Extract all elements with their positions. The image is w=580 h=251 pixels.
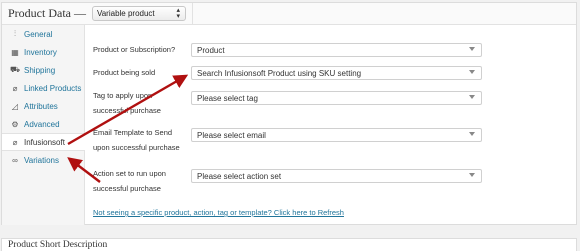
- product-type-value: Variable product: [96, 9, 155, 18]
- chevron-down-icon: [469, 132, 475, 136]
- chevron-down-icon: [469, 47, 475, 51]
- chevron-down-icon: [469, 70, 475, 74]
- tab-advanced[interactable]: ⚙ Advanced: [2, 115, 84, 133]
- tab-inventory[interactable]: ▦ Inventory: [2, 43, 84, 61]
- link-icon: ⌀: [12, 137, 18, 147]
- short-description-title: Product Short Description: [8, 240, 108, 250]
- panel-title: Product Data —: [8, 6, 86, 20]
- tab-label: Inventory: [24, 47, 57, 57]
- select-value: Please select email: [197, 130, 266, 140]
- product-data-panel: Product Data — Variable product ▴ ▾ ⫶ Gen…: [1, 2, 577, 225]
- field-label: Product or Subscription?: [93, 45, 176, 54]
- tab-shipping[interactable]: ⛟ Shipping: [2, 61, 84, 79]
- tab-infusionsoft[interactable]: ⌀ Infusionsoft: [2, 133, 85, 151]
- tab-linked-products[interactable]: ⌀ Linked Products: [2, 79, 84, 97]
- action-set-select[interactable]: Please select action set: [191, 169, 482, 183]
- product-type-select[interactable]: Variable product ▴ ▾: [91, 6, 186, 21]
- panel-header: Product Data — Variable product ▴ ▾: [2, 3, 576, 25]
- product-or-subscription-select[interactable]: Product: [191, 43, 482, 57]
- tab-label: Variations: [24, 155, 59, 165]
- select-value: Please select action set: [197, 171, 282, 181]
- sliders-icon: ⫶: [14, 29, 16, 38]
- tab-general[interactable]: ⫶ General: [2, 25, 84, 43]
- short-description-panel: Product Short Description: [1, 238, 577, 251]
- field-label: Email Template to Send upon successful p…: [93, 128, 180, 152]
- link-icon: ⌀: [12, 83, 18, 93]
- tag-select[interactable]: Please select tag: [191, 91, 482, 105]
- tab-label: Linked Products: [24, 83, 82, 93]
- email-template-select[interactable]: Please select email: [191, 128, 482, 142]
- field-label: Product being sold: [93, 68, 156, 77]
- updown-arrows-icon: ▴ ▾: [176, 7, 180, 20]
- field-label: Tag to apply upon successful purchase: [93, 91, 161, 115]
- tab-label: Shipping: [24, 65, 56, 75]
- inventory-icon: ▦: [11, 47, 19, 57]
- truck-icon: ⛟: [9, 65, 21, 74]
- tab-label: Advanced: [24, 119, 60, 129]
- tab-label: Attributes: [24, 101, 58, 111]
- refresh-link[interactable]: Not seeing a specific product, action, t…: [93, 208, 344, 217]
- header-divider: [192, 3, 193, 25]
- tag-icon: ◿: [11, 101, 19, 111]
- chevron-down-icon: [469, 95, 475, 99]
- chevron-down-icon: [469, 173, 475, 177]
- select-value: Please select tag: [197, 93, 258, 103]
- select-value: Search Infusionsoft Product using SKU se…: [197, 68, 362, 78]
- tab-label: Infusionsoft: [24, 137, 65, 147]
- tab-variations[interactable]: ∞ Variations: [2, 151, 84, 169]
- select-value: Product: [197, 45, 225, 55]
- product-being-sold-select[interactable]: Search Infusionsoft Product using SKU se…: [191, 66, 482, 80]
- product-data-tabs: ⫶ General ▦ Inventory ⛟ Shipping ⌀ Linke…: [2, 25, 85, 225]
- tab-attributes[interactable]: ◿ Attributes: [2, 97, 84, 115]
- gear-icon: ⚙: [11, 119, 19, 129]
- variations-icon: ∞: [12, 155, 18, 165]
- field-label: Action set to run upon successful purcha…: [93, 169, 166, 193]
- tab-label: General: [24, 29, 53, 39]
